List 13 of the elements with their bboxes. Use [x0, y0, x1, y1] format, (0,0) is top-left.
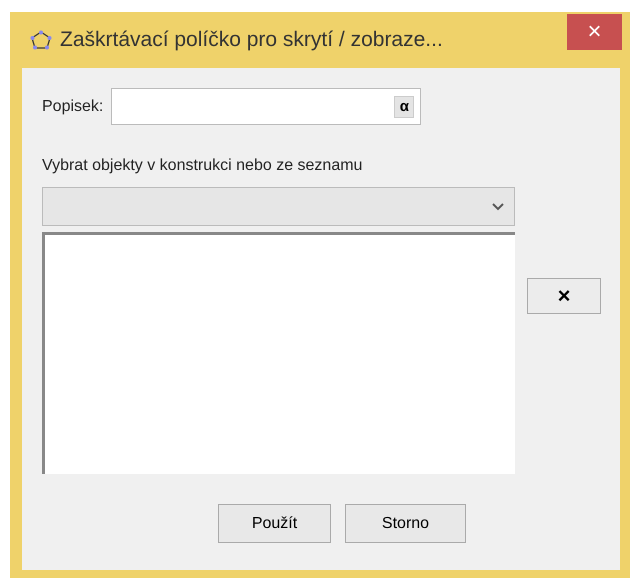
remove-button[interactable]: ×	[527, 278, 601, 314]
objects-dropdown[interactable]	[42, 187, 515, 226]
caption-field[interactable]: α	[111, 88, 422, 125]
symbol-button[interactable]: α	[394, 96, 414, 118]
objects-label: Vybrat objekty v konstrukci nebo ze seznamu	[42, 157, 364, 175]
pentagon-icon	[30, 30, 52, 50]
dialog-button[interactable]: Použít	[218, 504, 331, 543]
caption-label: Popisek:	[42, 98, 104, 116]
dialog-button[interactable]: Storno	[345, 504, 466, 543]
objects-list[interactable]	[42, 232, 515, 474]
chevron-down-icon	[492, 202, 504, 210]
window-title: Zaškrtávací políčko pro skrytí / zobraze...	[60, 28, 443, 52]
close-button[interactable]: ×	[567, 14, 622, 50]
